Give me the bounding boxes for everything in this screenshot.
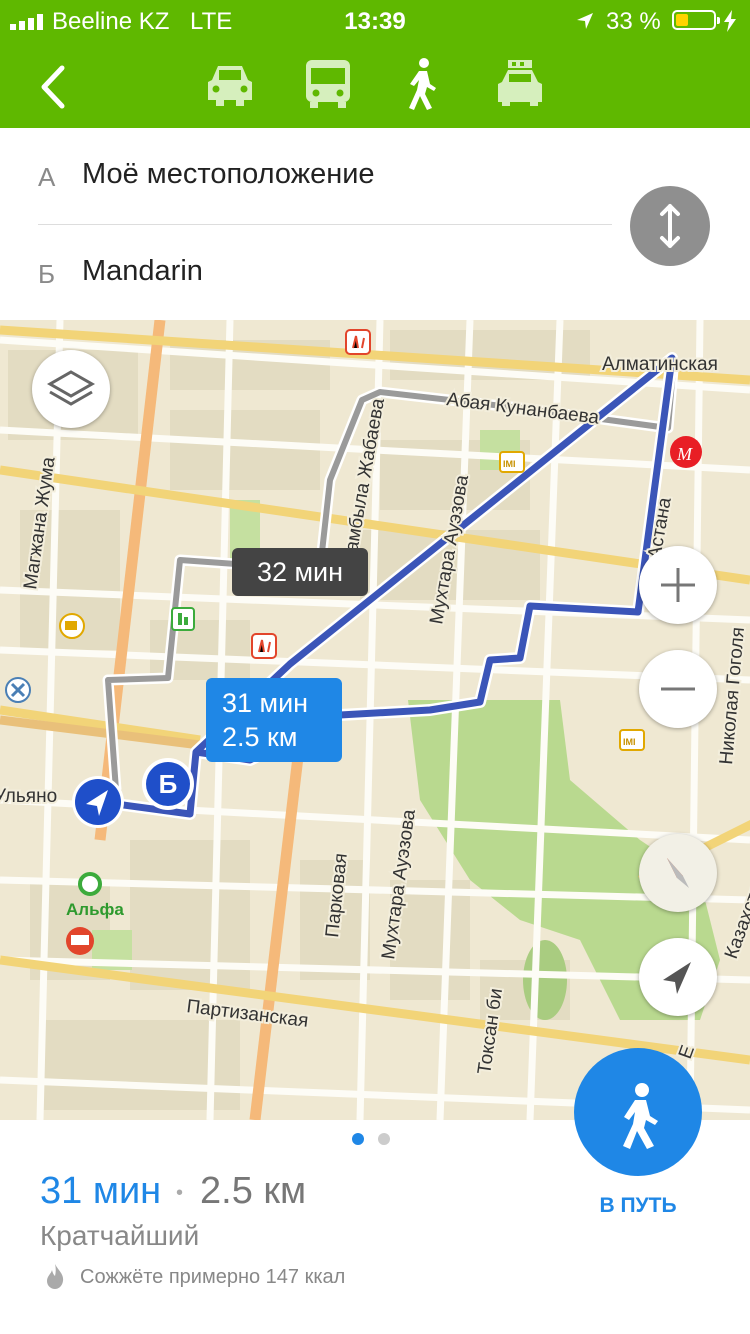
- minus-icon: [661, 687, 695, 691]
- to-letter: Б: [38, 259, 56, 289]
- calories-estimate: Сожжёте примерно 147 ккал: [80, 1266, 346, 1288]
- flame-icon: [47, 1264, 64, 1289]
- pedestrian-icon[interactable]: [392, 56, 452, 112]
- page-dot: [378, 1133, 390, 1145]
- my-location-button[interactable]: [639, 938, 717, 1016]
- poi-fastfood-icon[interactable]: [251, 633, 277, 659]
- poi-mall-icon[interactable]: M: [670, 436, 702, 468]
- poi-fastfood-icon[interactable]: [345, 329, 371, 355]
- poi-alfa-icon[interactable]: [78, 872, 102, 896]
- header-bar: Beeline KZ LTE 13:39 33 %: [0, 0, 750, 128]
- pedestrian-icon: [623, 1083, 658, 1149]
- poi-cinema-icon[interactable]: IMI: [619, 729, 645, 751]
- from-value: Моё местоположение: [82, 158, 375, 190]
- swap-route-button[interactable]: [630, 186, 710, 266]
- poi-camera-icon[interactable]: [59, 613, 85, 639]
- zoom-out-button[interactable]: [639, 650, 717, 728]
- route-duration: 31 мин: [40, 1170, 162, 1212]
- from-field[interactable]: А Моё местоположение: [0, 128, 612, 224]
- charging-icon: [724, 10, 736, 32]
- user-location-marker: [72, 776, 124, 828]
- poi-restaurant-icon[interactable]: [66, 927, 94, 955]
- alt-route-time-label[interactable]: 32 мин: [232, 548, 368, 596]
- svg-text:M: M: [676, 444, 693, 464]
- svg-text:IMI: IMI: [623, 737, 636, 747]
- start-navigation-button[interactable]: [574, 1048, 702, 1176]
- compass-icon: [667, 858, 689, 888]
- main-route-time: 31 мин: [222, 688, 309, 718]
- status-bar: Beeline KZ LTE 13:39 33 %: [0, 0, 750, 42]
- taxi-icon[interactable]: [490, 56, 550, 112]
- page-indicator: [352, 1132, 404, 1150]
- destination-marker-label: Б: [159, 769, 178, 799]
- car-icon[interactable]: [200, 56, 260, 112]
- separator-dot: •: [176, 1182, 184, 1204]
- bus-icon[interactable]: [298, 56, 358, 112]
- to-field[interactable]: Б Mandarin: [0, 225, 612, 321]
- layers-icon: [46, 370, 96, 406]
- plus-icon: [661, 568, 695, 602]
- poi-label-alfa: Альфа: [66, 900, 124, 919]
- compass-button[interactable]: [639, 834, 717, 912]
- battery-percent: 33 %: [606, 8, 661, 35]
- poi-building-icon[interactable]: [171, 607, 195, 631]
- poi-service-icon[interactable]: [5, 677, 31, 703]
- street-label: Ульяно: [0, 786, 57, 807]
- transport-mode-bar: [0, 42, 750, 128]
- poi-cinema-icon[interactable]: IMI: [499, 451, 525, 473]
- route-inputs: А Моё местоположение Б Mandarin: [0, 128, 750, 320]
- svg-text:IMI: IMI: [503, 459, 516, 469]
- from-letter: А: [38, 162, 56, 192]
- main-route-distance: 2.5 км: [222, 722, 298, 752]
- back-button[interactable]: [30, 62, 80, 112]
- map-view[interactable]: Алматинская Абая Кунанбаева Жамбыла Жаба…: [0, 320, 750, 1120]
- map-canvas: Алматинская Абая Кунанбаева Жамбыла Жаба…: [0, 320, 750, 1120]
- location-arrow-icon: [663, 962, 691, 994]
- main-route-time-label[interactable]: 31 мин 2.5 км: [206, 678, 342, 762]
- location-services-icon: [577, 13, 593, 29]
- battery-icon: [672, 10, 720, 30]
- map-layers-button[interactable]: [32, 350, 110, 428]
- route-distance: 2.5 км: [200, 1170, 307, 1212]
- start-navigation-label[interactable]: В ПУТЬ: [574, 1194, 702, 1218]
- zoom-in-button[interactable]: [639, 546, 717, 624]
- to-value: Mandarin: [82, 255, 203, 287]
- swap-arrows-icon: [660, 204, 680, 248]
- route-type: Кратчайший: [40, 1220, 200, 1251]
- street-label: Алматинская: [602, 354, 718, 375]
- page-dot-active: [352, 1133, 364, 1145]
